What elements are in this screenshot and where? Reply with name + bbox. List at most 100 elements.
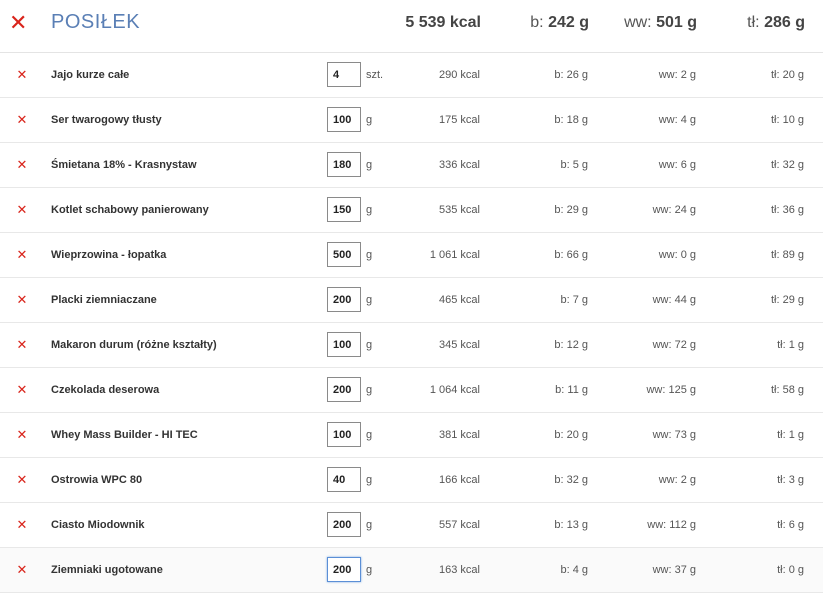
item-protein: b: 32 g — [554, 474, 588, 486]
item-protein: b: 11 g — [555, 384, 588, 396]
quantity-input[interactable] — [327, 197, 361, 222]
item-carbs: ww: 24 g — [652, 204, 696, 216]
quantity-unit: g — [366, 564, 373, 576]
quantity-input[interactable] — [327, 287, 361, 312]
item-carbs: ww: 4 g — [658, 114, 696, 126]
food-item-row: ✕ Śmietana 18% - Krasnystaw g 336 kcal b: 5 … — [0, 143, 823, 188]
quantity-unit: g — [366, 339, 373, 351]
item-protein: b: 5 g — [560, 159, 588, 171]
quantity-input[interactable] — [327, 422, 361, 447]
meal-total-kcal: 5 539 kcal — [405, 14, 481, 31]
remove-item-icon[interactable]: ✕ — [16, 248, 28, 262]
quantity-unit: g — [366, 429, 373, 441]
carbs-value: 501 g — [656, 14, 697, 31]
remove-item-icon[interactable]: ✕ — [16, 338, 28, 352]
food-item-name: Ciasto Miodownik — [51, 519, 145, 531]
food-item-name: Czekolada deserowa — [51, 384, 160, 396]
item-fat: tł: 1 g — [777, 429, 804, 441]
food-item-row: ✕ Wieprzowina - łopatka g 1 061 kcal b: 66 g… — [0, 233, 823, 278]
quantity-input[interactable] — [327, 152, 361, 177]
item-protein: b: 26 g — [554, 69, 588, 81]
food-item-name: Wieprzowina - łopatka — [51, 249, 167, 261]
item-carbs: ww: 37 g — [652, 564, 696, 576]
quantity-unit: g — [366, 114, 373, 126]
item-protein: b: 7 g — [560, 294, 588, 306]
close-icon[interactable]: ✕ — [9, 12, 27, 34]
quantity-input[interactable] — [327, 512, 361, 537]
item-protein: b: 66 g — [554, 249, 588, 261]
quantity-input[interactable] — [327, 107, 361, 132]
item-kcal: 345 kcal — [439, 339, 480, 351]
item-kcal: 175 kcal — [439, 114, 480, 126]
food-item-row: ✕ Ciasto Miodownik g 557 kcal b: 13 g ww: 112… — [0, 503, 823, 548]
remove-item-icon[interactable]: ✕ — [16, 68, 28, 82]
quantity-input[interactable] — [327, 377, 361, 402]
meal-total-fat: tł: 286 g — [747, 14, 805, 32]
quantity-input[interactable] — [327, 557, 361, 582]
item-kcal: 290 kcal — [439, 69, 480, 81]
item-kcal: 163 kcal — [439, 564, 480, 576]
food-item-row: ✕ Jajo kurze całe szt. 290 kcal b: 26 g ww: 2… — [0, 53, 823, 98]
carbs-label: ww: — [624, 14, 652, 31]
quantity-unit: g — [366, 519, 373, 531]
item-carbs: ww: 112 g — [647, 519, 696, 531]
remove-item-icon[interactable]: ✕ — [16, 293, 28, 307]
item-carbs: ww: 44 g — [652, 294, 696, 306]
food-item-name: Jajo kurze całe — [51, 69, 130, 81]
food-item-row: ✕ Ostrowia WPC 80 g 166 kcal b: 32 g ww: 2 g t… — [0, 458, 823, 503]
food-item-row: ✕ Placki ziemniaczane g 465 kcal b: 7 g ww: 4… — [0, 278, 823, 323]
item-kcal: 1 061 kcal — [429, 249, 480, 261]
remove-item-icon[interactable]: ✕ — [16, 203, 28, 217]
food-item-row: ✕ Ser twarogowy tłusty g 175 kcal b: 18 g ww:… — [0, 98, 823, 143]
food-item-row: ✕ Kotlet schabowy panierowany g 535 kcal b: … — [0, 188, 823, 233]
item-kcal: 535 kcal — [439, 204, 480, 216]
remove-item-icon[interactable]: ✕ — [16, 518, 28, 532]
item-fat: tł: 58 g — [770, 384, 804, 396]
remove-item-icon[interactable]: ✕ — [16, 383, 28, 397]
item-fat: tł: 32 g — [770, 159, 804, 171]
item-fat: tł: 89 g — [770, 249, 804, 261]
remove-item-icon[interactable]: ✕ — [16, 473, 28, 487]
food-item-name: Whey Mass Builder - HI TEC — [51, 429, 198, 441]
item-carbs: ww: 0 g — [658, 249, 696, 261]
remove-item-icon[interactable]: ✕ — [16, 428, 28, 442]
meal-title: POSIŁEK — [51, 11, 141, 33]
food-item-name: Śmietana 18% - Krasnystaw — [51, 159, 197, 171]
food-item-name: Placki ziemniaczane — [51, 294, 157, 306]
food-item-row: ✕ Makaron durum (różne kształty) g 345 kcal… — [0, 323, 823, 368]
item-fat: tł: 20 g — [770, 69, 804, 81]
item-carbs: ww: 73 g — [652, 429, 696, 441]
remove-item-icon[interactable]: ✕ — [16, 113, 28, 127]
item-kcal: 381 kcal — [439, 429, 480, 441]
quantity-unit: g — [366, 294, 373, 306]
quantity-input[interactable] — [327, 332, 361, 357]
item-protein: b: 29 g — [554, 204, 588, 216]
food-item-name: Kotlet schabowy panierowany — [51, 204, 209, 216]
fat-value: 286 g — [764, 14, 805, 31]
item-fat: tł: 0 g — [777, 564, 804, 576]
food-item-row: ✕ Czekolada deserowa g 1 064 kcal b: 11 g ww:… — [0, 368, 823, 413]
remove-item-icon[interactable]: ✕ — [16, 158, 28, 172]
quantity-input[interactable] — [327, 242, 361, 267]
item-protein: b: 13 g — [554, 519, 588, 531]
item-protein: b: 18 g — [554, 114, 588, 126]
food-item-name: Ser twarogowy tłusty — [51, 114, 162, 126]
quantity-input[interactable] — [327, 62, 361, 87]
food-item-row: ✕ Whey Mass Builder - HI TEC g 381 kcal b: 2… — [0, 413, 823, 458]
quantity-input[interactable] — [327, 467, 361, 492]
item-kcal: 557 kcal — [439, 519, 480, 531]
meal-header: ✕ POSIŁEK 5 539 kcal b: 242 g ww: 501 g … — [0, 0, 823, 53]
food-item-row: ✕ Ziemniaki ugotowane g 163 kcal b: 4 g ww: 3… — [0, 548, 823, 593]
item-fat: tł: 29 g — [770, 294, 804, 306]
item-fat: tł: 3 g — [777, 474, 804, 486]
item-protein: b: 12 g — [554, 339, 588, 351]
protein-value: 242 g — [548, 14, 589, 31]
quantity-unit: g — [366, 384, 373, 396]
item-fat: tł: 10 g — [770, 114, 804, 126]
quantity-unit: g — [366, 159, 373, 171]
food-item-name: Ziemniaki ugotowane — [51, 564, 163, 576]
food-item-name: Ostrowia WPC 80 — [51, 474, 143, 486]
item-protein: b: 4 g — [560, 564, 588, 576]
remove-item-icon[interactable]: ✕ — [16, 563, 28, 577]
quantity-unit: g — [366, 204, 373, 216]
